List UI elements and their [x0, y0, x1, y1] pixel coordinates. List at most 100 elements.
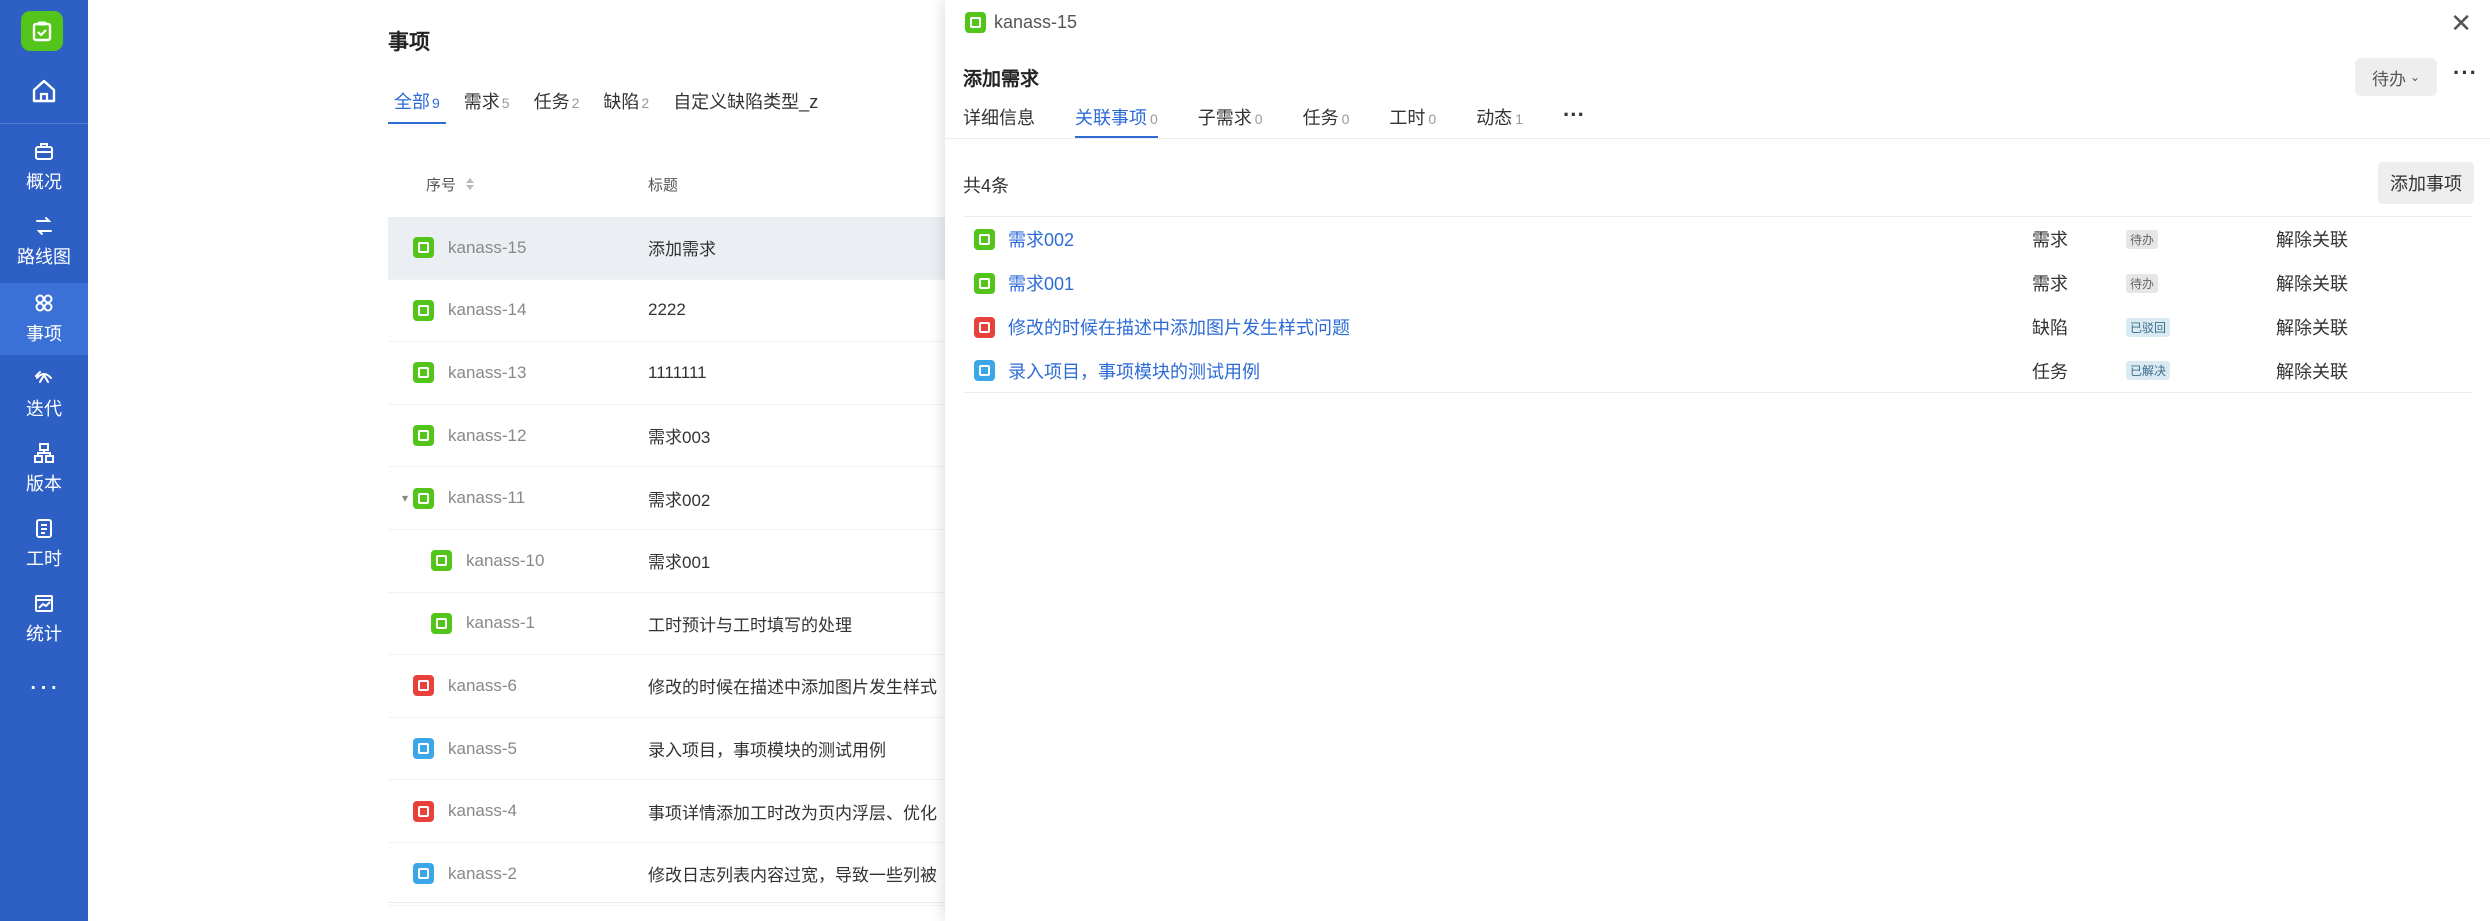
tab-details[interactable]: 详细信息 [963, 104, 1035, 138]
sidebar-item-overview[interactable]: 概况 [0, 131, 88, 203]
tab-requirements[interactable]: 需求 5 [458, 88, 516, 126]
tab-custom-bug-type[interactable]: 自定义缺陷类型_z [667, 88, 824, 126]
issues-icon [35, 294, 53, 312]
tab-tasks[interactable]: 任务 0 [1303, 104, 1350, 138]
table-row[interactable]: kanass-14 2222 [388, 280, 988, 343]
worklog-icon [36, 519, 52, 538]
tab-worklog[interactable]: 工时 0 [1389, 104, 1436, 138]
total-count: 共4条 [963, 176, 1010, 196]
tab-count: 0 [1150, 111, 1158, 127]
requirement-icon [413, 362, 434, 384]
home-icon[interactable] [0, 62, 88, 120]
bug-icon [974, 316, 995, 338]
sidebar-item-sprint[interactable]: 迭代 [0, 358, 88, 430]
requirement-icon [431, 550, 452, 572]
issue-rows: kanass-15 添加需求 kanass-14 2222 kanass-13 … [388, 217, 988, 906]
list-header: 序号 标题 [388, 160, 988, 208]
sidebar-more-icon[interactable]: ··· [0, 668, 88, 704]
table-row[interactable]: kanass-13 1111111 [388, 342, 988, 405]
filter-tabs: 全部 9 需求 5 任务 2 缺陷 2 自定义缺陷类型_z [388, 88, 836, 128]
related-issue-title-link[interactable]: 修改的时候在描述中添加图片发生样式问题 [1008, 314, 1350, 340]
unlink-button[interactable]: 解除关联 [2276, 226, 2348, 252]
requirement-icon [413, 237, 434, 259]
bug-icon [413, 675, 434, 697]
sidebar-item-label: 迭代 [26, 399, 62, 419]
related-issue-row[interactable]: 需求001 需求 待办 解除关联 [963, 261, 2473, 305]
related-issue-title-link[interactable]: 需求002 [1008, 226, 1074, 252]
tab-label: 需求 [463, 92, 500, 112]
add-issue-button[interactable]: 添加事项 [2378, 162, 2474, 204]
requirement-icon [413, 299, 434, 321]
tab-count: 2 [641, 95, 650, 111]
issue-id: kanass-12 [448, 425, 527, 445]
sidebar-item-stats[interactable]: 统计 [0, 583, 88, 655]
table-row[interactable]: kanass-12 需求003 [388, 405, 988, 468]
unlink-button[interactable]: 解除关联 [2276, 358, 2348, 384]
tab-related-issues[interactable]: 关联事项 0 [1075, 104, 1158, 138]
table-row[interactable]: kanass-6 修改的时候在描述中添加图片发生样式 [388, 655, 988, 718]
tab-activity[interactable]: 动态 1 [1476, 104, 1523, 138]
related-issue-title-link[interactable]: 录入项目，事项模块的测试用例 [1008, 358, 1260, 384]
status-badge: 已解决 [2126, 361, 2171, 380]
table-row[interactable]: kanass-10 需求001 [388, 530, 988, 593]
unlink-button[interactable]: 解除关联 [2276, 270, 2348, 296]
issue-id: kanass-11 [448, 488, 526, 508]
table-row[interactable]: kanass-5 录入项目，事项模块的测试用例 [388, 718, 988, 781]
issue-key: kanass-15 [994, 12, 1078, 32]
related-issue-type: 需求 [2032, 274, 2068, 294]
issue-title: 2222 [648, 300, 686, 320]
tabs-more-icon[interactable]: ··· [1563, 104, 1585, 138]
requirement-icon [413, 425, 434, 447]
issue-id: kanass-2 [448, 863, 517, 883]
issue-id: kanass-5 [448, 738, 517, 758]
sidebar-item-issues[interactable]: 事项 [0, 283, 88, 355]
issue-id: kanass-6 [448, 675, 517, 695]
column-id-header[interactable]: 序号 [426, 174, 475, 195]
app-logo-icon[interactable] [21, 11, 63, 51]
unlink-button[interactable]: 解除关联 [2276, 314, 2348, 340]
route-icon [36, 217, 52, 235]
related-issue-row[interactable]: 录入项目，事项模块的测试用例 任务 已解决 解除关联 [963, 349, 2473, 393]
briefcase-icon [35, 143, 53, 160]
sidebar-item-label: 概况 [26, 172, 62, 192]
issue-title: 需求003 [648, 428, 711, 448]
sidebar-item-label: 路线图 [17, 247, 71, 267]
table-row[interactable]: kanass-1 工时预计与工时填写的处理 [388, 593, 988, 656]
tab-label: 子需求 [1197, 108, 1252, 128]
table-row[interactable]: kanass-4 事项详情添加工时改为页内浮层、优化 [388, 780, 988, 843]
sort-icon[interactable] [466, 178, 475, 190]
sidebar-item-roadmap[interactable]: 路线图 [0, 206, 88, 278]
related-issue-row[interactable]: 修改的时候在描述中添加图片发生样式问题 缺陷 已驳回 解除关联 [963, 305, 2473, 349]
more-options-icon[interactable]: ··· [2453, 60, 2478, 86]
tab-sub-requirements[interactable]: 子需求 0 [1198, 104, 1263, 138]
table-row[interactable]: kanass-15 添加需求 [388, 217, 988, 280]
expand-caret-icon[interactable]: ▾ [402, 491, 408, 505]
detail-tabs: 详细信息 关联事项 0 子需求 0 任务 0 工时 0 动态 1 ··· [963, 104, 1625, 138]
chevron-down-icon: ⌄ [2409, 70, 2421, 84]
status-dropdown[interactable]: 待办 ⌄ [2355, 58, 2437, 96]
issue-title: 添加需求 [648, 240, 716, 260]
tab-label: 详细信息 [963, 108, 1035, 128]
issue-id: kanass-4 [448, 801, 517, 821]
tab-label: 任务 [1302, 108, 1339, 128]
related-issue-type: 缺陷 [2032, 318, 2068, 338]
close-icon[interactable]: ✕ [2450, 8, 2472, 38]
requirement-icon [965, 12, 986, 33]
sidebar: 概况 路线图 事项 迭代 版本 工时 统计 ··· [0, 0, 88, 921]
sidebar-item-worklog[interactable]: 工时 [0, 508, 88, 580]
version-icon [34, 443, 54, 463]
sidebar-item-version[interactable]: 版本 [0, 433, 88, 505]
table-row[interactable]: kanass-2 修改日志列表内容过宽，导致一些列被 [388, 843, 988, 906]
sidebar-divider [0, 123, 88, 124]
status-badge: 待办 [2126, 229, 2159, 249]
page-title: 事项 [388, 31, 430, 54]
tab-all[interactable]: 全部 9 [388, 88, 446, 126]
table-row[interactable]: ▾ kanass-11 需求002 [388, 467, 988, 530]
tab-label: 缺陷 [603, 92, 640, 112]
column-title-header: 标题 [648, 176, 679, 194]
related-issue-row[interactable]: 需求002 需求 待办 解除关联 [963, 217, 2473, 261]
task-icon [413, 863, 434, 885]
tab-bugs[interactable]: 缺陷 2 [597, 88, 655, 126]
tab-tasks[interactable]: 任务 2 [528, 88, 586, 126]
related-issue-title-link[interactable]: 需求001 [1008, 270, 1074, 296]
